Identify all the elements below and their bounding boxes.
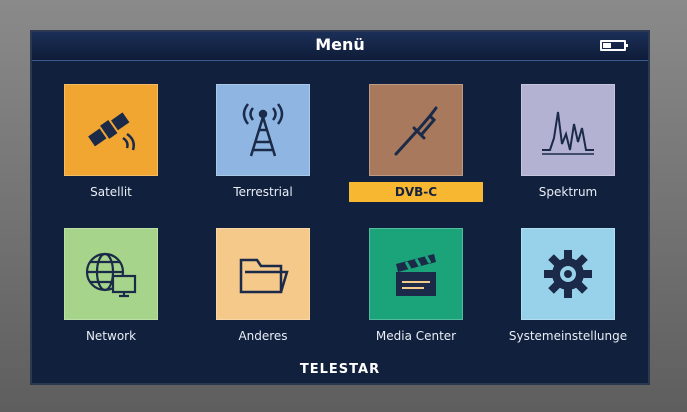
menu-label-dvb-c: DVB-C — [349, 182, 483, 202]
menu-label-systemeinstellungen: Systemeinstellunge — [508, 329, 628, 343]
menu-tile-systemeinstellungen[interactable] — [521, 228, 615, 320]
folder-icon — [239, 258, 289, 294]
device-bezel: Menü Satellit Terrestrial DVB-C Spektrum… — [0, 0, 687, 412]
menu-tile-dvb-c[interactable] — [369, 84, 463, 176]
menu-label-network: Network — [85, 329, 137, 343]
clapperboard-icon — [396, 254, 436, 296]
gear-icon — [544, 250, 592, 298]
menu-label-terrestrial: Terrestrial — [233, 185, 293, 199]
battery-icon — [600, 40, 628, 51]
menu-label-media-center: Media Center — [375, 329, 457, 343]
spectrum-icon — [542, 111, 594, 155]
title-bar: Menü — [32, 32, 648, 61]
coax-cable-icon — [394, 106, 438, 156]
menu-tile-media-center[interactable] — [369, 228, 463, 320]
menu-tile-network[interactable] — [64, 228, 158, 320]
menu-tile-spektrum[interactable] — [521, 84, 615, 176]
menu-label-spektrum: Spektrum — [538, 185, 598, 199]
menu-label-satellit: Satellit — [90, 185, 132, 199]
antenna-tower-icon — [242, 103, 284, 157]
network-globe-icon — [85, 252, 137, 298]
menu-tile-terrestrial[interactable] — [216, 84, 310, 176]
page-title: Menü — [315, 35, 365, 54]
screen: Menü Satellit Terrestrial DVB-C Spektrum… — [30, 30, 650, 385]
menu-tile-anderes[interactable] — [216, 228, 310, 320]
menu-label-anderes: Anderes — [238, 329, 288, 343]
satellite-icon — [88, 112, 135, 151]
brand-logo: TELESTAR — [299, 362, 381, 377]
menu-tile-satellit[interactable] — [64, 84, 158, 176]
